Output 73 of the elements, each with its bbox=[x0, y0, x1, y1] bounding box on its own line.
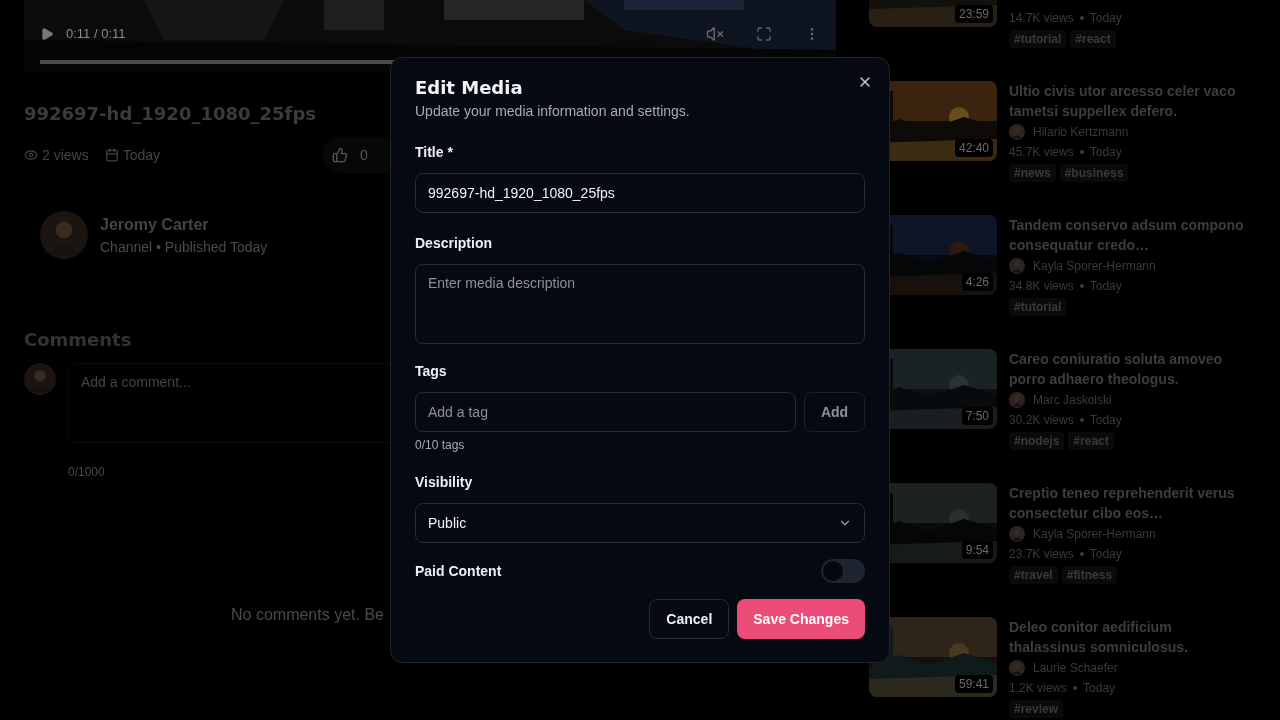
video-title[interactable]: Deleo conitor aedificium thalassinus somniculosus. bbox=[1009, 617, 1245, 657]
calendar-icon bbox=[104, 148, 119, 162]
thumbs-up-icon bbox=[332, 147, 348, 163]
duration-badge: 9:54 bbox=[961, 541, 993, 559]
description-input[interactable]: Enter media description bbox=[415, 264, 865, 344]
avatar-icon bbox=[40, 211, 88, 259]
paid-content-switch[interactable] bbox=[821, 559, 865, 583]
duration-badge: 59:41 bbox=[954, 675, 993, 693]
separator-dot-icon bbox=[1073, 686, 1078, 690]
video-thumbnail[interactable]: 23:59 bbox=[869, 0, 997, 27]
upload-date: Today bbox=[122, 145, 161, 165]
field-label: Title * bbox=[415, 143, 454, 162]
field-label: Tags bbox=[415, 362, 448, 381]
mute-icon[interactable] bbox=[706, 24, 724, 43]
play-icon[interactable] bbox=[40, 26, 54, 41]
view-count: 30.2K views bbox=[1009, 412, 1074, 429]
separator-dot-icon bbox=[1079, 150, 1084, 154]
field-label: Paid Content bbox=[415, 561, 502, 581]
video-title[interactable]: Creptio teneo reprehenderit verus consectetur cibo eos… bbox=[1009, 483, 1245, 523]
character-counter: 0/1000 bbox=[68, 464, 105, 481]
author-name[interactable]: Hilario Kertzmann bbox=[1033, 123, 1129, 141]
channel-subtitle: Channel • Published Today bbox=[100, 237, 268, 257]
separator-dot-icon bbox=[1079, 552, 1084, 556]
upload-date: Today bbox=[1089, 412, 1122, 429]
separator-dot-icon bbox=[1079, 418, 1084, 422]
add-tag-button[interactable]: Add bbox=[804, 392, 865, 432]
video-title[interactable]: Ultio civis utor arcesso celer vaco tametsi suppellex defero. bbox=[1009, 81, 1245, 121]
empty-comments-message: No comments yet. Be bbox=[231, 605, 384, 625]
upload-date: Today bbox=[1089, 278, 1122, 295]
duration-badge: 7:50 bbox=[961, 407, 993, 425]
view-count: 2 views bbox=[42, 145, 89, 165]
duration-badge: 4:26 bbox=[961, 273, 993, 291]
duration-badge: 23:59 bbox=[954, 5, 993, 23]
author-name[interactable]: Kayla Sporer-Hermann bbox=[1033, 525, 1156, 543]
channel-name[interactable]: Jeromy Carter bbox=[100, 212, 268, 237]
field-label: Visibility bbox=[415, 473, 474, 492]
view-count: 23.7K views bbox=[1009, 546, 1074, 563]
view-count: 1.2K views bbox=[1009, 680, 1068, 697]
cancel-button[interactable]: Cancel bbox=[649, 599, 730, 639]
view-count: 34.8K views bbox=[1009, 278, 1074, 295]
avatar-icon bbox=[1009, 526, 1025, 542]
video-title: 992697-hd_1920_1080_25fps bbox=[24, 102, 316, 126]
avatar-icon bbox=[1009, 660, 1025, 676]
fullscreen-icon[interactable] bbox=[756, 25, 772, 42]
upload-date: Today bbox=[1089, 144, 1122, 161]
tag-input[interactable]: Add a tag bbox=[415, 392, 796, 432]
avatar-icon bbox=[24, 363, 56, 395]
video-title[interactable]: Tandem conservo adsum compono consequatur credo… bbox=[1009, 215, 1245, 255]
field-label: Description bbox=[415, 234, 493, 253]
video-title[interactable]: Careo coniuratio soluta amoveo porro adhaero theologus. bbox=[1009, 349, 1245, 389]
author-name[interactable]: Laurie Schaefer bbox=[1033, 659, 1118, 677]
duration-badge: 42:40 bbox=[954, 139, 993, 157]
tag-count: 0/10 tags bbox=[415, 437, 466, 454]
separator-dot-icon bbox=[1079, 16, 1084, 20]
separator-dot-icon bbox=[1079, 284, 1084, 288]
visibility-select[interactable]: Public bbox=[415, 503, 865, 543]
upload-date: Today bbox=[1083, 680, 1116, 697]
avatar-icon bbox=[1009, 124, 1025, 140]
avatar-icon bbox=[1009, 258, 1025, 274]
view-count: 14.7K views bbox=[1009, 10, 1074, 27]
upload-date: Today bbox=[1089, 546, 1122, 563]
author-name[interactable]: Marc Jaskolski bbox=[1033, 391, 1112, 409]
eye-icon bbox=[24, 148, 38, 162]
video-thumbnail[interactable]: 59:41 bbox=[869, 617, 997, 697]
time-display: 0:11 / 0:11 bbox=[66, 25, 126, 43]
title-input[interactable]: 992697-hd_1920_1080_25fps bbox=[415, 173, 865, 213]
dialog-subtitle: Update your media information and settings. bbox=[415, 102, 691, 121]
upload-date: Today bbox=[1089, 10, 1122, 27]
author-name[interactable]: Kayla Sporer-Hermann bbox=[1033, 257, 1156, 275]
dialog-title: Edit Media bbox=[415, 76, 524, 100]
avatar-icon bbox=[1009, 392, 1025, 408]
view-count: 45.7K views bbox=[1009, 144, 1074, 161]
save-changes-button[interactable]: Save Changes bbox=[737, 599, 865, 639]
